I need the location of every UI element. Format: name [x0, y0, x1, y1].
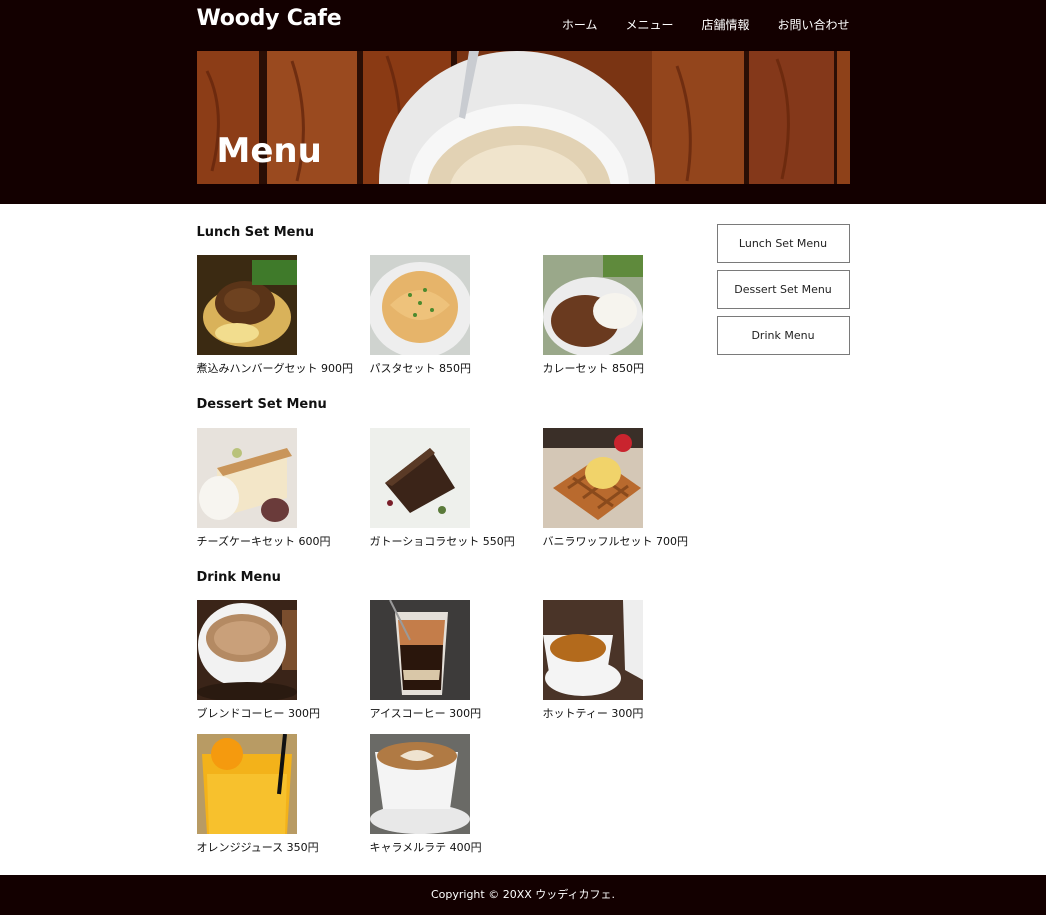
menu-item[interactable]: パスタセット 850円	[369, 255, 540, 376]
menu-item-caption: キャラメルラテ 400円	[369, 841, 482, 854]
caramel-latte-photo	[369, 734, 470, 834]
gateau-chocolat-photo	[369, 428, 470, 528]
page-title: Menu	[216, 131, 322, 171]
orange-juice-photo	[196, 734, 297, 834]
menu-item[interactable]: カレーセット 850円	[542, 255, 713, 376]
vanilla-waffle-photo	[542, 428, 643, 528]
menu-item[interactable]: バニラワッフルセット 700円	[542, 428, 713, 549]
menu-item[interactable]: オレンジジュース 350円	[196, 734, 367, 855]
menu-item-caption: バニラワッフルセット 700円	[542, 535, 689, 548]
nav-contact[interactable]: お問い合わせ	[777, 16, 849, 33]
cheesecake-photo	[196, 428, 297, 528]
menu-item-caption: ブレンドコーヒー 300円	[196, 707, 321, 720]
menu-item[interactable]: ガトーショコラセット 550円	[369, 428, 540, 549]
sidebar-link-dessert[interactable]: Dessert Set Menu	[716, 270, 850, 309]
sidebar-link-lunch[interactable]: Lunch Set Menu	[716, 224, 850, 263]
menu-item-caption: オレンジジュース 350円	[196, 841, 319, 854]
sidebar-link-drink[interactable]: Drink Menu	[716, 316, 850, 355]
site-logo[interactable]: Woody Cafe	[197, 6, 342, 31]
iced-coffee-photo	[369, 600, 470, 700]
hero-banner: Menu	[196, 51, 850, 184]
menu-item-caption: ホットティー 300円	[542, 707, 644, 720]
section-title-drink: Drink Menu	[196, 570, 281, 585]
menu-item-caption: チーズケーキセット 600円	[196, 535, 331, 548]
sidebar-menu: Lunch Set Menu Dessert Set Menu Drink Me…	[716, 224, 850, 362]
main-content: Lunch Set Menu 煮込みハンバーグセット 900円 パスタセット 8…	[196, 204, 850, 875]
section-title-lunch: Lunch Set Menu	[196, 225, 314, 240]
hamburg-steak-photo	[196, 255, 297, 355]
menu-item-caption: 煮込みハンバーグセット 900円	[196, 362, 354, 375]
menu-item[interactable]: キャラメルラテ 400円	[369, 734, 540, 855]
menu-item[interactable]: ブレンドコーヒー 300円	[196, 600, 367, 721]
blend-coffee-photo	[196, 600, 297, 700]
menu-item[interactable]: 煮込みハンバーグセット 900円	[196, 255, 367, 376]
section-title-dessert: Dessert Set Menu	[196, 397, 327, 412]
hot-tea-photo	[542, 600, 643, 700]
header: Woody Cafe ホーム メニュー 店舗情報 お問い合わせ Menu	[0, 0, 1046, 204]
nav-menu[interactable]: メニュー	[625, 16, 673, 33]
menu-item-caption: カレーセット 850円	[542, 362, 645, 375]
menu-item[interactable]: アイスコーヒー 300円	[369, 600, 540, 721]
menu-item-caption: ガトーショコラセット 550円	[369, 535, 515, 548]
curry-photo	[542, 255, 643, 355]
global-nav: ホーム メニュー 店舗情報 お問い合わせ	[534, 16, 850, 33]
nav-store-info[interactable]: 店舗情報	[701, 16, 749, 33]
pasta-photo	[369, 255, 470, 355]
menu-item[interactable]: ホットティー 300円	[542, 600, 713, 721]
nav-home[interactable]: ホーム	[562, 16, 598, 33]
footer-copyright: Copyright © 20XX ウッディカフェ.	[0, 875, 1046, 915]
menu-item-caption: アイスコーヒー 300円	[369, 707, 482, 720]
menu-item-caption: パスタセット 850円	[369, 362, 472, 375]
menu-item[interactable]: チーズケーキセット 600円	[196, 428, 367, 549]
